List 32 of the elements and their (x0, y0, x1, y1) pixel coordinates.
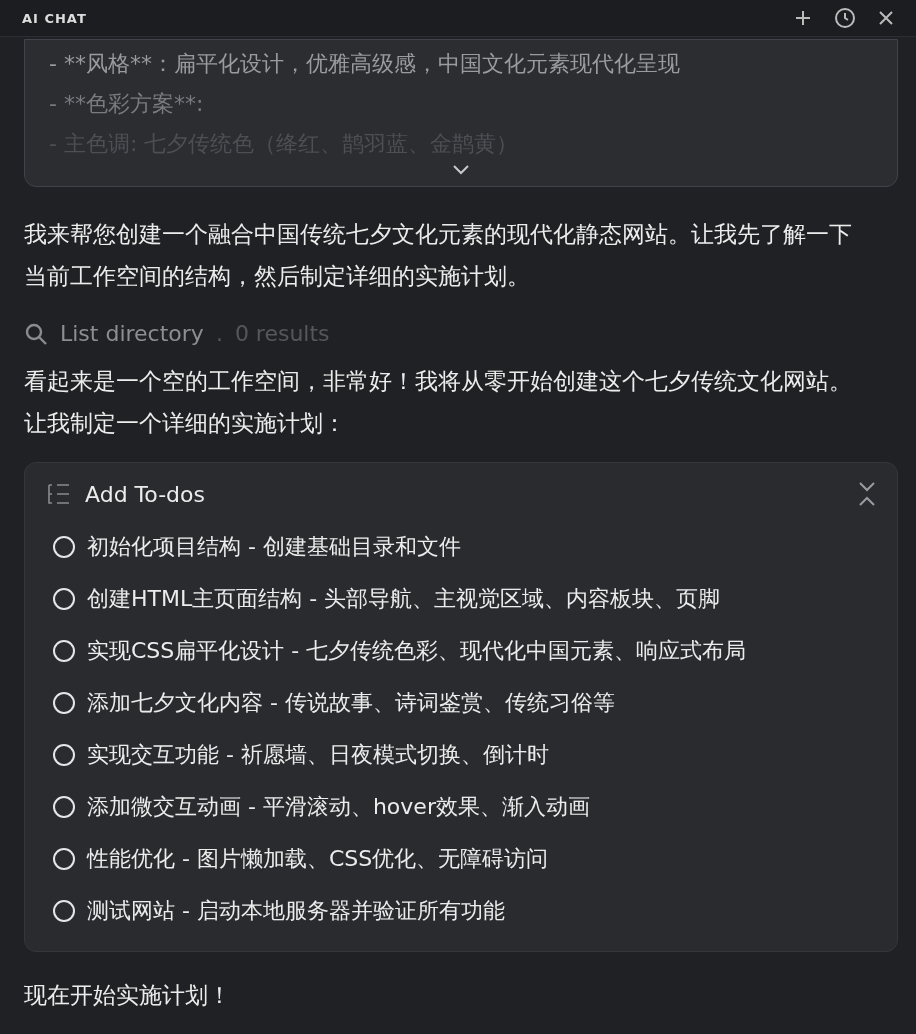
checkbox[interactable] (53, 848, 75, 870)
checkbox[interactable] (53, 588, 75, 610)
window-title: AI CHAT (22, 10, 87, 26)
todo-item: 实现CSS扁平化设计 - 七夕传统色彩、现代化中国元素、响应式布局 (87, 637, 747, 665)
todo-item: 添加微交互动画 - 平滑滚动、hover效果、渐入动画 (87, 793, 590, 821)
code-line: - **风格**：扁平化设计，优雅高级感，中国文化元素现代化呈现 (49, 50, 681, 78)
tool-label: List directory (60, 321, 204, 346)
clock-icon[interactable] (834, 7, 856, 29)
collapse-icon[interactable] (857, 481, 877, 507)
code-line: - **色彩方案**: (49, 90, 205, 118)
message-text: 现在开始实施计划！ (24, 981, 232, 1010)
close-icon[interactable] (878, 10, 894, 26)
todo-item: 添加七夕文化内容 - 传说故事、诗词鉴赏、传统习俗等 (87, 689, 615, 717)
separator-text: . (215, 321, 223, 346)
todo-item: 测试网站 - 启动本地服务器并验证所有功能 (87, 897, 505, 925)
message-text: 看起来是一个空的工作空间，非常好！我将从零开始创建这个七夕传统文化网站。让我制定一个详细的实施计划： (24, 367, 853, 438)
plus-icon[interactable] (794, 9, 812, 27)
checkbox[interactable] (53, 744, 75, 766)
todo-item: 实现交互功能 - 祈愿墙、日夜模式切换、倒计时 (87, 741, 549, 769)
chevron-down-icon[interactable] (451, 164, 471, 176)
todo-item: 初始化项目结构 - 创建基础目录和文件 (87, 533, 461, 561)
todo-item: 创建HTML主页面结构 - 头部导航、主视觉区域、内容板块、页脚 (87, 585, 721, 613)
search-icon (24, 321, 48, 346)
checkbox[interactable] (53, 796, 75, 818)
checkbox[interactable] (53, 900, 75, 922)
list-icon (47, 483, 71, 505)
message-text: 我来帮您创建一个融合中国传统七夕文化元素的现代化静态网站。让我先了解一下当前工作空间的结构，然后制定详细的实施计划。 (24, 220, 853, 291)
todo-item: 性能优化 - 图片懒加载、CSS优化、无障碍访问 (87, 845, 549, 873)
checkbox[interactable] (53, 640, 75, 662)
checkbox[interactable] (53, 692, 75, 714)
checkbox[interactable] (53, 536, 75, 558)
card-title: Add To-dos (85, 481, 205, 507)
